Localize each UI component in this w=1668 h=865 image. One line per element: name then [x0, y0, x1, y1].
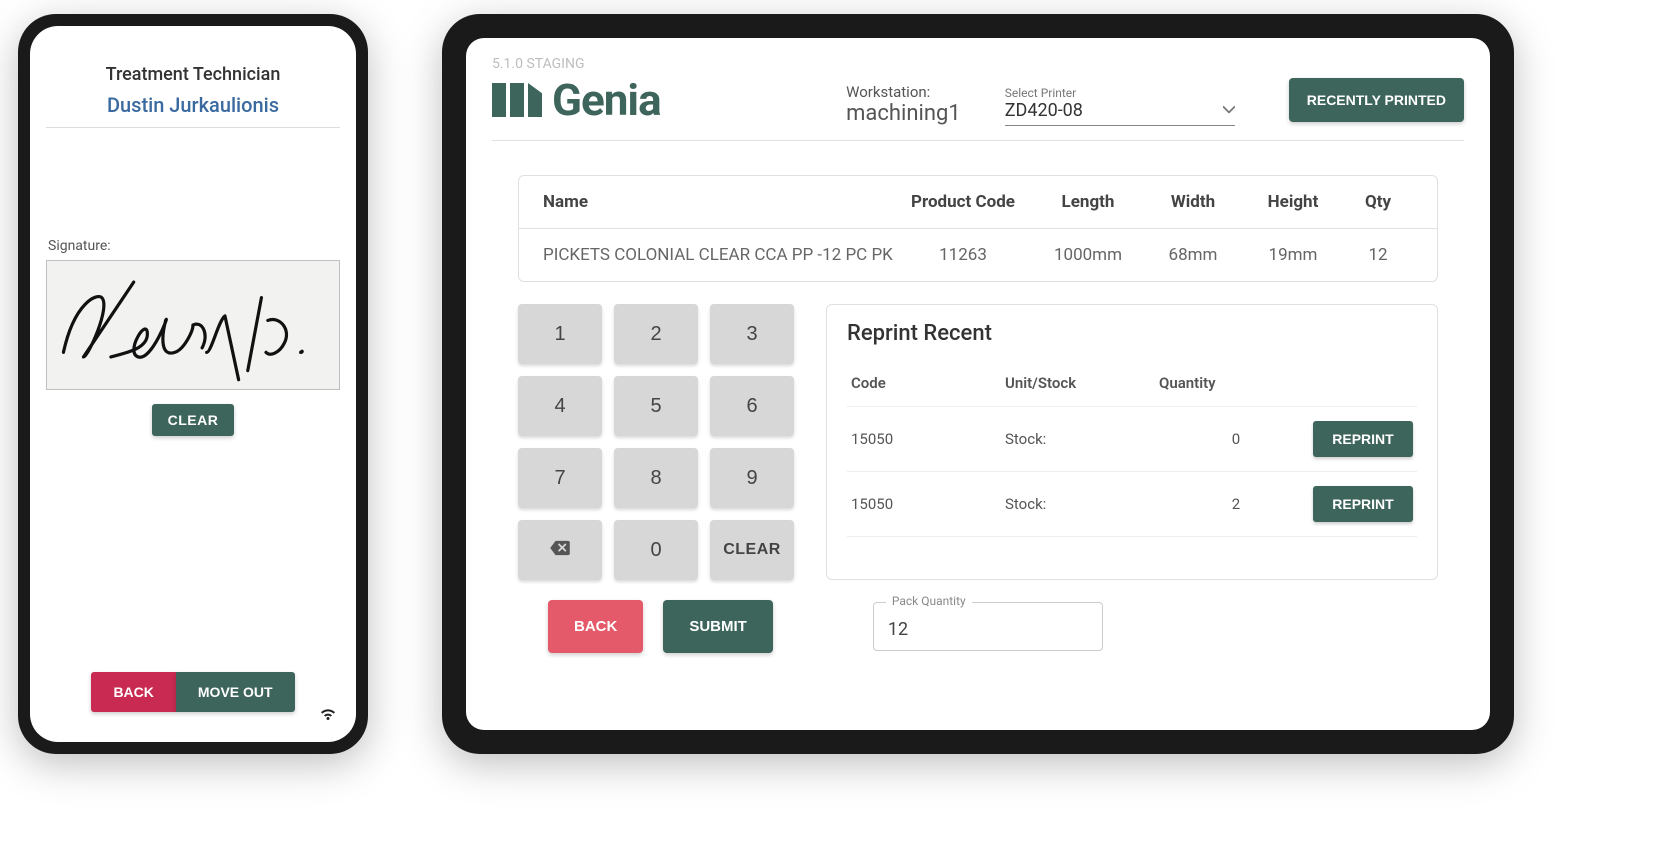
- submit-button[interactable]: SUBMIT: [663, 600, 773, 653]
- reprint-col-unit: Unit/Stock: [1005, 374, 1159, 392]
- pack-quantity-field[interactable]: Pack Quantity 12: [873, 602, 1103, 651]
- brand-word: Genia: [552, 74, 661, 126]
- reprint-unit: Stock:: [1005, 495, 1159, 513]
- move-out-button[interactable]: MOVE OUT: [176, 672, 295, 712]
- reprint-code: 15050: [851, 495, 1005, 513]
- backspace-icon: [549, 540, 571, 556]
- pack-quantity-label: Pack Quantity: [886, 594, 972, 608]
- phone-device-frame: Treatment Technician Dustin Jurkaulionis…: [18, 14, 368, 754]
- pack-quantity-value: 12: [888, 619, 1088, 640]
- col-code: Product Code: [893, 192, 1033, 212]
- printer-label: Select Printer: [1005, 86, 1235, 100]
- key-2[interactable]: 2: [614, 304, 698, 364]
- reprint-col-code: Code: [851, 374, 1005, 392]
- brand-logo: Genia: [492, 74, 661, 126]
- col-height: Height: [1243, 192, 1343, 212]
- clear-signature-button[interactable]: CLEAR: [152, 404, 235, 436]
- reprint-table-header: Code Unit/Stock Quantity: [847, 360, 1417, 407]
- phone-footer: BACK MOVE OUT: [42, 672, 344, 722]
- reprint-row: 15050 Stock: 2 REPRINT: [847, 472, 1417, 537]
- cell-length: 1000mm: [1033, 245, 1143, 265]
- version-tag: 5.1.0 STAGING: [492, 56, 1464, 72]
- key-6[interactable]: 6: [710, 376, 794, 436]
- reprint-button[interactable]: REPRINT: [1313, 421, 1413, 457]
- cell-qty: 12: [1343, 245, 1413, 265]
- product-table: Name Product Code Length Width Height Qt…: [518, 175, 1438, 282]
- cell-code: 11263: [893, 245, 1033, 265]
- reprint-title: Reprint Recent: [847, 321, 1417, 346]
- tablet-back-button[interactable]: BACK: [548, 600, 643, 653]
- printer-value: ZD420-08: [1005, 100, 1083, 121]
- signature-pad[interactable]: [46, 260, 340, 390]
- tablet-footer: BACK SUBMIT Pack Quantity 12: [548, 600, 1438, 653]
- recently-printed-button[interactable]: RECENTLY PRINTED: [1289, 78, 1464, 122]
- phone-back-button[interactable]: BACK: [91, 672, 175, 712]
- col-name: Name: [543, 192, 893, 212]
- reprint-col-qty: Quantity: [1159, 374, 1313, 392]
- phone-screen: Treatment Technician Dustin Jurkaulionis…: [30, 26, 356, 742]
- key-9[interactable]: 9: [710, 448, 794, 508]
- key-3[interactable]: 3: [710, 304, 794, 364]
- printer-select[interactable]: Select Printer ZD420-08: [1005, 86, 1235, 126]
- reprint-unit: Stock:: [1005, 430, 1159, 448]
- workstation-label: Workstation:: [846, 83, 961, 101]
- col-length: Length: [1033, 192, 1143, 212]
- product-row[interactable]: PICKETS COLONIAL CLEAR CCA PP -12 PC PK …: [519, 229, 1437, 281]
- product-table-header: Name Product Code Length Width Height Qt…: [519, 176, 1437, 229]
- numeric-keypad: 1 2 3 4 5 6 7 8 9 0 CLEAR: [518, 304, 794, 580]
- reprint-qty: 0: [1159, 430, 1313, 448]
- reprint-panel: Reprint Recent Code Unit/Stock Quantity …: [826, 304, 1438, 580]
- reprint-row: 15050 Stock: 0 REPRINT: [847, 407, 1417, 472]
- wifi-icon: [318, 706, 338, 726]
- brand-logo-mark: [492, 83, 542, 117]
- key-4[interactable]: 4: [518, 376, 602, 436]
- phone-title: Treatment Technician: [42, 64, 344, 85]
- key-7[interactable]: 7: [518, 448, 602, 508]
- key-8[interactable]: 8: [614, 448, 698, 508]
- cell-width: 68mm: [1143, 245, 1243, 265]
- key-backspace[interactable]: [518, 520, 602, 580]
- col-width: Width: [1143, 192, 1243, 212]
- workstation-value: machining1: [846, 101, 961, 126]
- signature-label: Signature:: [48, 238, 344, 254]
- col-qty: Qty: [1343, 192, 1413, 212]
- lower-section: 1 2 3 4 5 6 7 8 9 0 CLEAR Reprint Recent…: [518, 304, 1438, 580]
- reprint-button[interactable]: REPRINT: [1313, 486, 1413, 522]
- key-1[interactable]: 1: [518, 304, 602, 364]
- tablet-device-frame: 5.1.0 STAGING Genia Workstation: machini…: [442, 14, 1514, 754]
- workstation-block: Workstation: machining1: [846, 83, 961, 126]
- tablet-header: Genia Workstation: machining1 Select Pri…: [492, 74, 1464, 141]
- cell-name: PICKETS COLONIAL CLEAR CCA PP -12 PC PK: [543, 245, 893, 265]
- technician-name[interactable]: Dustin Jurkaulionis: [46, 85, 340, 128]
- chevron-down-icon: [1223, 100, 1235, 121]
- tablet-screen: 5.1.0 STAGING Genia Workstation: machini…: [466, 38, 1490, 730]
- key-0[interactable]: 0: [614, 520, 698, 580]
- key-5[interactable]: 5: [614, 376, 698, 436]
- reprint-code: 15050: [851, 430, 1005, 448]
- reprint-qty: 2: [1159, 495, 1313, 513]
- cell-height: 19mm: [1243, 245, 1343, 265]
- key-clear[interactable]: CLEAR: [710, 520, 794, 580]
